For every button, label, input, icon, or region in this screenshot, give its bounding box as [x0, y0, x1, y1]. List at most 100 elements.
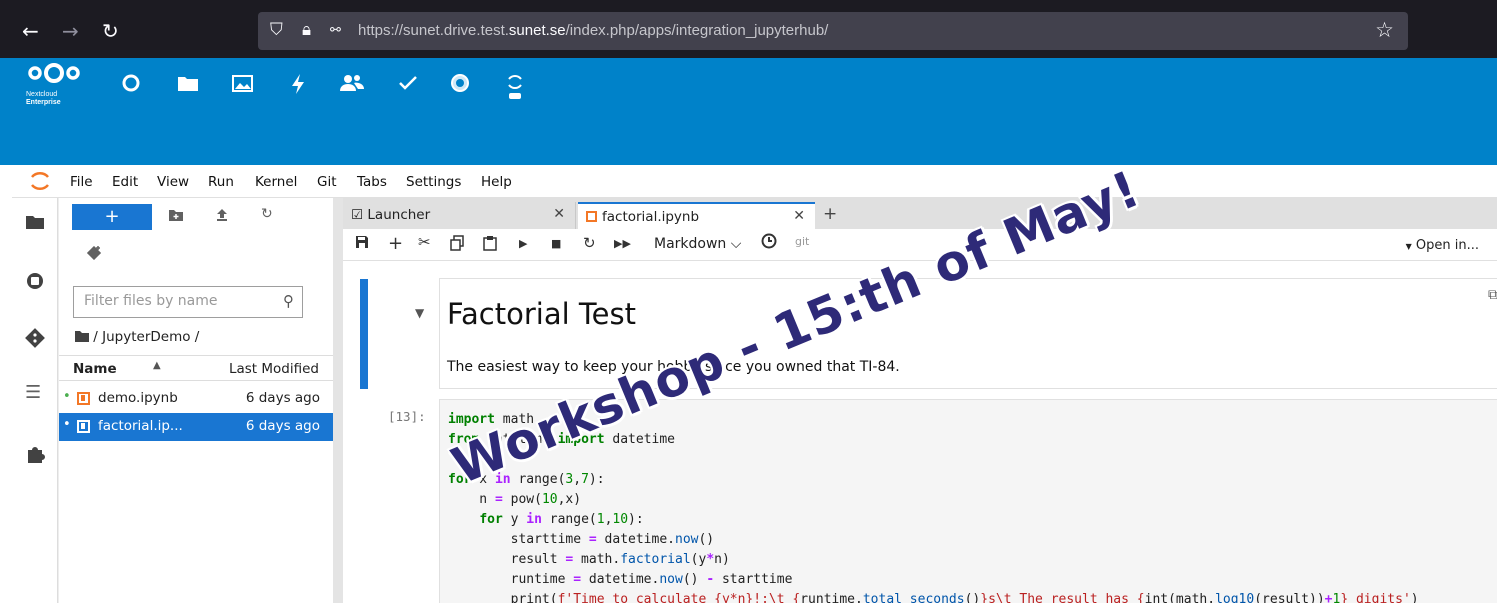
bookmark-star-icon[interactable]: ☆ [1375, 18, 1394, 42]
cell-heading: Factorial Test [447, 297, 636, 331]
jupyterlab: File Edit View Run Kernel Git Tabs Setti… [12, 165, 1497, 603]
breadcrumb[interactable]: / JupyterDemo / [75, 329, 199, 345]
files-icon[interactable] [177, 73, 199, 100]
browser-toolbar: ← → ↻ ⛉ 🔒︎ ⚯ https://sunet.drive.test.su… [0, 0, 1497, 58]
file-modified: 6 days ago [245, 418, 320, 434]
back-icon[interactable]: ← [22, 21, 39, 41]
url-text: https://sunet.drive.test.sunet.se/index.… [358, 22, 828, 39]
insert-cell-icon[interactable]: + [388, 233, 403, 254]
notebook-icon [77, 392, 90, 405]
git-icon[interactable] [25, 328, 45, 353]
close-icon[interactable]: ✕ [553, 206, 565, 222]
fast-forward-icon[interactable]: ▶▶ [614, 237, 631, 250]
address-bar[interactable]: ⛉ 🔒︎ ⚯ https://sunet.drive.test.sunet.se… [258, 12, 1408, 50]
sort-up-icon[interactable]: ▲ [153, 360, 161, 371]
permissions-icon[interactable]: ⚯ [330, 23, 341, 38]
jupyter-icon[interactable] [507, 73, 523, 110]
shield-icon[interactable]: ⛉ [270, 20, 283, 40]
save-icon[interactable] [355, 235, 369, 253]
file-item-factorial[interactable]: • factorial.ip... 6 days ago [59, 413, 333, 441]
nextcloud-logo[interactable]: Nextcloud Enterprise [26, 61, 86, 107]
execution-prompt: [13]: [388, 409, 426, 424]
photos-icon[interactable] [232, 73, 254, 100]
menu-edit[interactable]: Edit [112, 174, 138, 190]
notebook-icon [586, 211, 597, 222]
menu-run[interactable]: Run [208, 174, 234, 190]
run-icon[interactable]: ▶ [519, 237, 527, 250]
refresh-icon[interactable]: ↻ [261, 206, 273, 222]
logo-line2: Enterprise [26, 99, 61, 106]
launcher-icon: ☑ [351, 207, 364, 223]
file-name: demo.ipynb [98, 390, 178, 406]
caret-down-icon: ▼ [1405, 242, 1412, 251]
jupyter-logo-icon[interactable] [30, 169, 50, 199]
git-clone-icon[interactable] [86, 245, 102, 264]
menu-file[interactable]: File [70, 174, 93, 190]
tab-factorial[interactable]: factorial.ipynb ✕ [578, 202, 815, 229]
logo-line1: Nextcloud [26, 91, 58, 98]
tab-launcher[interactable]: ☑ Launcher ✕ [343, 202, 576, 229]
file-item-demo[interactable]: • demo.ipynb 6 days ago [59, 385, 333, 413]
tasks-icon[interactable] [398, 73, 418, 100]
cell-type-select[interactable]: Markdown ⌵ [654, 236, 741, 252]
chevron-down-icon: ⌵ [730, 236, 742, 252]
logo-subtext: Nextcloud Enterprise [26, 91, 86, 107]
search-icon: ⚲ [283, 292, 294, 310]
markdown-cell[interactable]: Factorial Test The easiest way to keep y… [439, 278, 1497, 389]
activity-bar: ☰ [12, 198, 58, 603]
col-name[interactable]: Name [73, 361, 117, 377]
upload-icon[interactable] [216, 208, 228, 226]
forward-icon[interactable]: → [62, 21, 79, 41]
activity-icon[interactable] [290, 73, 306, 102]
folder-icon[interactable] [25, 212, 45, 236]
cut-icon[interactable]: ✂ [418, 233, 431, 251]
menu-git[interactable]: Git [317, 174, 337, 190]
file-modified: 6 days ago [245, 390, 320, 406]
new-folder-icon[interactable] [168, 208, 184, 226]
filter-files-input[interactable]: Filter files by name ⚲ [73, 286, 303, 318]
contacts-icon[interactable] [339, 73, 365, 100]
restart-icon[interactable]: ↻ [583, 234, 596, 252]
stop-icon[interactable]: ■ [551, 237, 561, 250]
close-icon[interactable]: ✕ [793, 208, 805, 224]
url-host: sunet.se [508, 22, 566, 39]
copy-cell-icon[interactable]: ⧉ [1488, 287, 1497, 303]
tab-bar: ☑ Launcher ✕ factorial.ipynb ✕ + [343, 198, 1497, 229]
app-icon[interactable] [450, 73, 470, 100]
file-list-header: Name ▲ Last Modified [59, 355, 333, 381]
extensions-icon[interactable] [25, 444, 45, 469]
clock-icon[interactable] [761, 233, 777, 253]
menu-help[interactable]: Help [481, 174, 512, 190]
col-last-modified[interactable]: Last Modified [229, 361, 319, 377]
running-icon[interactable] [25, 271, 45, 296]
breadcrumb-path: / JupyterDemo / [93, 329, 200, 345]
menu-bar: File Edit View Run Kernel Git Tabs Setti… [12, 165, 1497, 198]
git-label[interactable]: git [795, 235, 809, 248]
running-dot-icon: • [63, 417, 71, 432]
new-tab-icon[interactable]: + [823, 204, 837, 224]
file-name: factorial.ip... [98, 418, 183, 434]
screen: ← → ↻ ⛉ 🔒︎ ⚯ https://sunet.drive.test.su… [0, 0, 1497, 603]
panel-splitter[interactable] [333, 198, 343, 603]
copy-icon[interactable] [450, 235, 464, 255]
dashboard-icon[interactable] [121, 73, 141, 100]
new-launcher-button[interactable]: + [72, 204, 152, 230]
menu-view[interactable]: View [157, 174, 189, 190]
active-cell-indicator [360, 279, 368, 389]
cell-type-value: Markdown [654, 236, 727, 252]
notebook-icon [77, 420, 90, 433]
collapse-caret-icon[interactable]: ▼ [415, 306, 424, 320]
tab-label: Launcher [367, 207, 431, 223]
url-path: /index.php/apps/integration_jupyterhub/ [565, 22, 829, 39]
lock-icon[interactable]: 🔒︎ [302, 20, 311, 40]
menu-tabs[interactable]: Tabs [357, 174, 387, 190]
nextcloud-logo-icon [28, 63, 80, 83]
open-in-label: Open in... [1415, 238, 1479, 253]
menu-settings[interactable]: Settings [406, 174, 461, 190]
tab-label: factorial.ipynb [602, 209, 700, 225]
open-in-dropdown[interactable]: ▼ Open in... [1406, 238, 1479, 253]
reload-icon[interactable]: ↻ [102, 21, 119, 41]
paste-icon[interactable] [483, 235, 497, 255]
menu-kernel[interactable]: Kernel [255, 174, 297, 190]
toc-icon[interactable]: ☰ [25, 382, 41, 403]
